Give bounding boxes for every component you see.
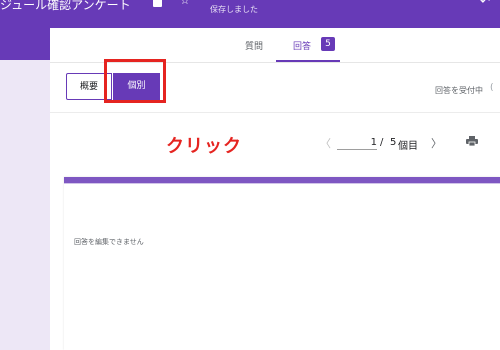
print-icon[interactable] [466,136,478,146]
active-tab-indicator [276,60,340,62]
accepting-toggle[interactable]: ( [490,83,494,93]
form-title[interactable]: ジュール確認アンケート [0,0,131,13]
page-unit: 個目 [398,141,418,152]
chevron-right-icon[interactable]: 〉 [431,135,442,151]
undo-icon[interactable]: ↶ [480,0,490,8]
save-status: 保存しました [210,5,258,14]
responses-card: 質問 回答 5 概要 個別 回答を受付中 ( クリック 〈 1 / 5 個目 〉… [50,28,500,350]
top-bar: ジュール確認アンケート ☆ 保存しました ↶ [0,0,500,28]
tab-questions[interactable]: 質問 [245,39,263,52]
page-total: 5 [390,137,397,148]
response-form: 回答を編集できません [64,177,500,350]
no-edit-notice: 回答を編集できません [74,238,144,246]
page-separator: / [380,137,384,148]
tab-responses[interactable]: 回答 [293,39,311,52]
highlight-box [104,59,166,103]
page-number-input[interactable]: 1 [337,137,377,150]
page-background [0,60,50,350]
tab-bar: 質問 回答 5 [50,28,500,63]
responses-count-badge: 5 [321,37,335,51]
form-accent-line [64,183,500,184]
divider [50,112,500,113]
accepting-responses-label: 回答を受付中 [435,86,483,95]
chevron-left-icon[interactable]: 〈 [320,135,331,151]
click-annotation: クリック [166,136,242,157]
folder-icon[interactable] [153,0,162,7]
star-icon[interactable]: ☆ [180,0,190,7]
